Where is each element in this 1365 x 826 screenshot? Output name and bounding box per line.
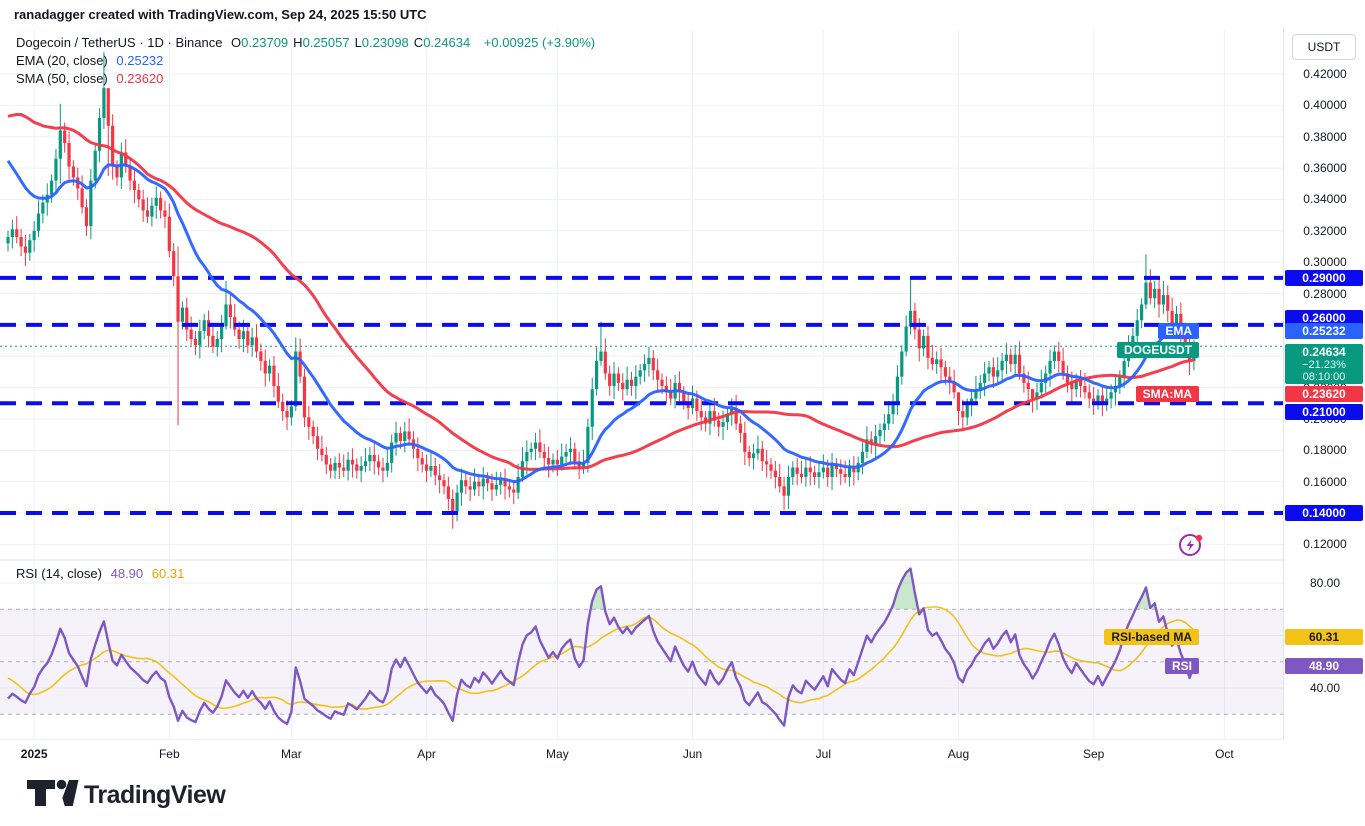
ohlc-number: 0.25057 <box>303 35 350 50</box>
attribution-text: ranadagger created with TradingView.com,… <box>14 7 427 22</box>
rsi-tick-label: 80.00 <box>1284 576 1365 590</box>
change-value: +0.00925 (+3.90%) <box>484 35 595 50</box>
time-axis-label-2025: 2025 <box>21 747 48 761</box>
ohlc-values: O0.23709 H0.25057 L0.23098 C0.24634 <box>231 35 475 50</box>
price-tick-label: 0.42000 <box>1284 67 1365 81</box>
price-tick-label: 0.30000 <box>1284 255 1365 269</box>
price-axis[interactable]: USDT 0.42000 0.40000 0.38000 0.36000 0.34000… <box>1283 28 1365 740</box>
tradingview-logo-glyph <box>26 776 82 812</box>
symbol-legend[interactable]: Dogecoin / TetherUS · 1D · Binance O0.23… <box>16 35 600 50</box>
rsi-ma-legend-value: 60.31 <box>152 566 185 581</box>
price-tick-label: 0.34000 <box>1284 192 1365 206</box>
time-axis-label-jul: Jul <box>816 747 831 761</box>
time-axis-label-mar: Mar <box>281 747 302 761</box>
sma-value-badge: 0.23620 <box>1285 386 1363 402</box>
rsi-legend-label: RSI (14, close) <box>16 566 102 581</box>
tradingview-logo-text: TradingView <box>84 781 225 810</box>
ohlc-number: 0.23709 <box>241 35 288 50</box>
ohlc-number: 0.23098 <box>362 35 409 50</box>
currency-toggle-button[interactable]: USDT <box>1292 34 1356 60</box>
ema-legend-value: 0.25232 <box>116 53 163 68</box>
sma-legend[interactable]: SMA (50, close) 0.23620 <box>16 71 168 86</box>
rsi-value-badge: 48.90 <box>1285 658 1363 674</box>
symbol-title: Dogecoin / TetherUS · 1D · Binance <box>16 35 222 50</box>
time-axis-label-jun: Jun <box>683 747 702 761</box>
ohlc-letter: H <box>293 35 302 50</box>
tradingview-logo[interactable]: TradingView <box>26 776 286 818</box>
price-tick-label: 0.28000 <box>1284 287 1365 301</box>
rsi-ma-value-badge: 60.31 <box>1285 629 1363 645</box>
price-tick-label: 0.12000 <box>1284 537 1365 551</box>
sma-legend-value: 0.23620 <box>116 71 163 86</box>
price-tick-label: 0.38000 <box>1284 130 1365 144</box>
sma-legend-label: SMA (50, close) <box>16 71 108 86</box>
time-axis-label-feb: Feb <box>159 747 180 761</box>
price-level-badge: 0.21000 <box>1285 404 1363 420</box>
time-axis-label-may: May <box>546 747 569 761</box>
time-axis-label-sep: Sep <box>1083 747 1104 761</box>
ema-value-badge: 0.25232 <box>1285 323 1363 339</box>
rsi-legend[interactable]: RSI (14, close) 48.90 60.31 <box>16 566 189 581</box>
price-tick-label: 0.36000 <box>1284 161 1365 175</box>
chart-screenshot: ranadagger created with TradingView.com,… <box>0 0 1365 826</box>
ohlc-number: 0.24634 <box>423 35 470 50</box>
price-level-badge: 0.29000 <box>1285 270 1363 286</box>
ohlc-letter: C <box>414 35 423 50</box>
ema-legend-label: EMA (20, close) <box>16 53 108 68</box>
time-axis-label-aug: Aug <box>948 747 969 761</box>
ohlc-letter: L <box>355 35 362 50</box>
ema-legend[interactable]: EMA (20, close) 0.25232 <box>16 53 168 68</box>
ohlc-letter: O <box>231 35 241 50</box>
boost-lightning-icon[interactable] <box>1176 530 1206 560</box>
time-axis-label-oct: Oct <box>1215 747 1234 761</box>
rsi-legend-value: 48.90 <box>111 566 144 581</box>
time-axis-label-apr: Apr <box>417 747 436 761</box>
price-tick-label: 0.40000 <box>1284 98 1365 112</box>
time-axis[interactable]: 2025 Feb Mar Apr May Jun Jul Aug Sep Oct <box>0 741 1283 767</box>
price-tick-label: 0.32000 <box>1284 224 1365 238</box>
price-level-badge: 0.14000 <box>1285 505 1363 521</box>
rsi-tick-label: 40.00 <box>1284 681 1365 695</box>
price-tick-label: 0.18000 <box>1284 443 1365 457</box>
doge-last-price-badge: 0.24634−21.23%08:10:00 <box>1285 344 1363 384</box>
price-tick-label: 0.16000 <box>1284 475 1365 489</box>
price-and-rsi-chart-canvas[interactable] <box>0 28 1283 740</box>
